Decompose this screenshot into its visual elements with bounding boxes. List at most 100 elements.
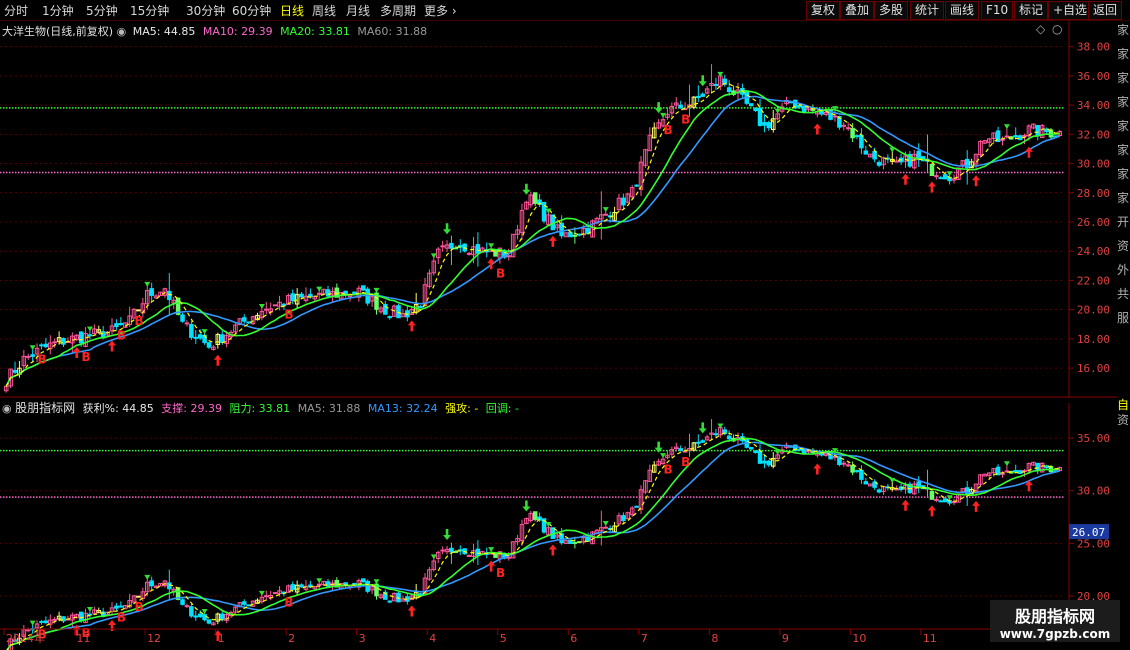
candle-body: [863, 481, 869, 485]
watermark-title: 股朋指标网: [1014, 607, 1095, 626]
candle-body: [78, 611, 84, 621]
side-char: 家: [1117, 119, 1130, 133]
period-tab-8[interactable]: 月线: [346, 2, 370, 19]
candle-body: [832, 115, 838, 118]
candle-body: [841, 462, 847, 465]
price-tick-label: 30.00: [1077, 485, 1110, 498]
candle-body: [418, 305, 423, 308]
toolbar-button-8[interactable]: 返回: [1088, 1, 1123, 20]
toolbar-button-5[interactable]: F10: [981, 1, 1014, 20]
period-tab-0[interactable]: 分时: [4, 2, 28, 19]
candle-body: [876, 489, 882, 493]
buy-arrow-icon: [927, 505, 936, 517]
buy-arrow-icon: [548, 544, 557, 556]
settings-icon[interactable]: ◉: [117, 25, 127, 38]
upper-header: 大洋生物(日线,前复权) ◉ MA5: 44.85 MA10: 29.39 MA…: [2, 23, 427, 39]
candle-body: [929, 163, 935, 176]
sell-marker-icon: [889, 147, 896, 153]
candle-body: [854, 135, 860, 138]
candle-body: [475, 548, 481, 556]
toolbar-button-0[interactable]: 复权: [806, 1, 841, 20]
candle-body: [801, 448, 807, 454]
ma5-readout: MA5: 31.88: [297, 402, 361, 415]
ma5-readout: MA5: 44.85: [132, 25, 196, 38]
buy-b-label: B: [284, 308, 293, 322]
buy-b-label: B: [663, 462, 672, 476]
date-tick-label: 9: [782, 632, 789, 645]
candle-body: [219, 613, 225, 621]
circle-icon[interactable]: ○: [1052, 22, 1062, 36]
period-tab-6[interactable]: 日线: [280, 2, 304, 19]
candle-body: [241, 317, 247, 322]
current-price-label: 26.07: [1072, 526, 1105, 539]
candle-body: [841, 124, 847, 127]
candle-body: [696, 95, 701, 99]
candle-body: [859, 134, 864, 149]
side-char: 家: [1117, 47, 1130, 61]
diamond-icon[interactable]: ◇: [1036, 22, 1045, 36]
candle-body: [136, 595, 141, 598]
candle-body: [246, 321, 251, 324]
side-char: 家: [1117, 191, 1130, 205]
sell-arrow-icon: [443, 529, 452, 541]
date-axis: 2024年1112123456789101112: [0, 628, 1069, 645]
price-tick-label: 18.00: [1077, 333, 1110, 346]
settings-icon[interactable]: ◉: [2, 402, 12, 415]
lower-header: ◉ 股朋指标网 获利%: 44.85 支撑: 29.39 阻力: 33.81 M…: [2, 399, 519, 416]
toolbar-button-1[interactable]: 叠加: [840, 1, 875, 20]
candle-body: [726, 435, 732, 440]
candle-body: [189, 606, 194, 617]
buy-arrow-icon: [927, 181, 936, 193]
period-tab-9[interactable]: 多周期: [380, 2, 416, 19]
buy-arrow-icon: [901, 499, 910, 511]
period-tab-7[interactable]: 周线: [312, 2, 336, 19]
candle-body: [934, 175, 939, 178]
profit-readout: 获利%: 44.85: [82, 402, 154, 415]
candle-body: [299, 584, 304, 588]
lower-candles: [8, 419, 1063, 650]
sell-marker-icon: [258, 590, 265, 596]
sell-marker-icon: [144, 281, 151, 287]
candle-body: [1013, 135, 1018, 138]
candle-body: [449, 242, 454, 249]
buy-arrow-icon: [407, 605, 416, 617]
sell-marker-icon: [316, 578, 323, 584]
indicator-title[interactable]: 股朋指标网: [15, 401, 75, 415]
candle-body: [440, 549, 445, 552]
sell-arrow-icon: [522, 183, 531, 195]
toolbar-button-6[interactable]: 标记: [1014, 1, 1049, 20]
period-tab-3[interactable]: 15分钟: [130, 2, 169, 19]
stock-title[interactable]: 大洋生物(日线,前复权): [2, 25, 113, 38]
side-char: 自: [1117, 398, 1130, 412]
period-tab-4[interactable]: 30分钟: [186, 2, 225, 19]
sell-marker-icon: [430, 253, 437, 259]
candle-body: [43, 343, 49, 348]
period-tab-5[interactable]: 60分钟: [232, 2, 271, 19]
price-tick-label: 30.00: [1077, 158, 1110, 171]
candle-body: [475, 244, 481, 254]
candle-body: [12, 369, 18, 373]
sell-marker-icon: [602, 521, 609, 527]
side-panel-lower: 自资: [1117, 398, 1130, 428]
toolbar-button-7[interactable]: +自选: [1048, 1, 1093, 20]
toolbar-button-4[interactable]: 画线: [945, 1, 980, 20]
kline-chart[interactable]: B BBB BBBB 16.0018.0020.0022.0024.0026.002…: [0, 21, 1117, 650]
sell-marker-icon: [144, 574, 151, 580]
toolbar-button-2[interactable]: 多股: [874, 1, 909, 20]
candle-body: [39, 620, 44, 623]
candle-body: [766, 460, 772, 466]
period-tab-10[interactable]: 更多 ›: [424, 2, 457, 19]
buy-arrow-icon: [213, 354, 222, 366]
sell-marker-icon: [889, 478, 896, 484]
candle-body: [942, 174, 948, 180]
sell-marker-icon: [1003, 461, 1010, 467]
period-tab-1[interactable]: 1分钟: [42, 2, 74, 19]
buy-arrow-icon: [548, 235, 557, 247]
sell-marker-icon: [774, 449, 781, 455]
candle-body: [506, 255, 512, 258]
candle-body: [193, 336, 199, 339]
candle-body: [418, 593, 423, 596]
period-tab-2[interactable]: 5分钟: [86, 2, 118, 19]
ma60-readout: MA60: 31.88: [357, 25, 428, 38]
toolbar-button-3[interactable]: 统计: [910, 1, 945, 20]
